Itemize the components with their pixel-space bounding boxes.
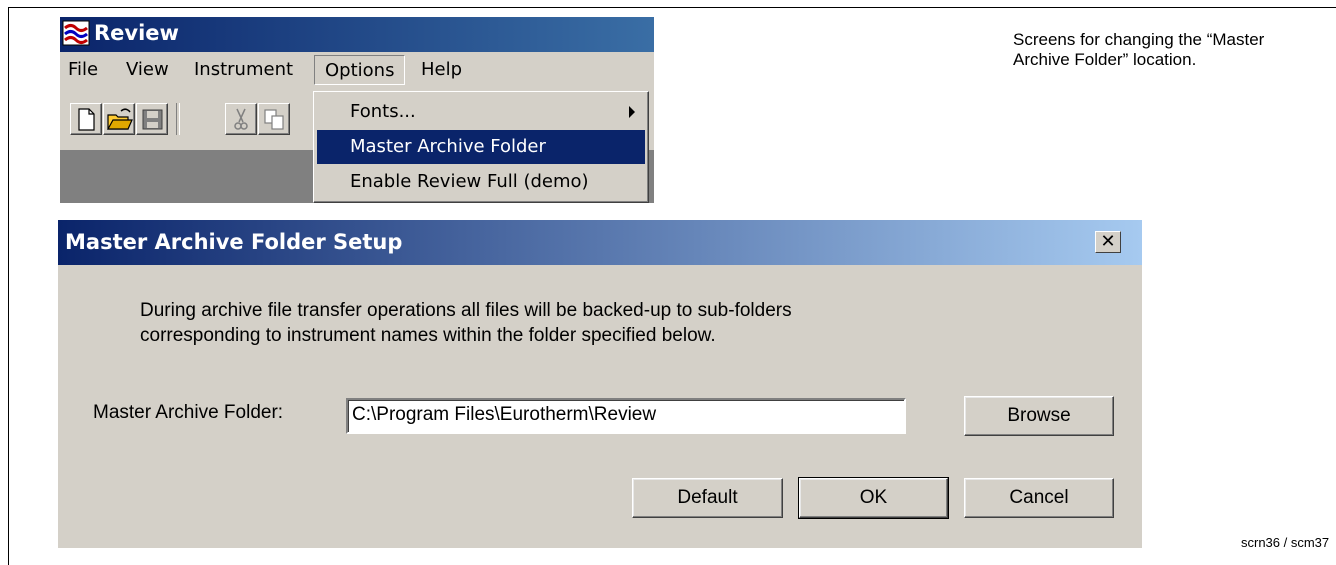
- copy-icon: [264, 109, 284, 130]
- new-icon: [78, 108, 95, 131]
- close-icon: ✕: [1100, 231, 1116, 252]
- copy-button[interactable]: [258, 103, 290, 135]
- frame-border-left: [8, 7, 9, 565]
- close-button[interactable]: ✕: [1095, 231, 1121, 253]
- cut-button[interactable]: [225, 103, 257, 135]
- menu-item-master-archive-folder[interactable]: Master Archive Folder: [317, 130, 645, 164]
- dialog-title: Master Archive Folder Setup: [65, 230, 403, 254]
- cut-icon: [234, 108, 248, 130]
- browse-button[interactable]: Browse: [964, 396, 1114, 436]
- menu-options[interactable]: Options: [314, 55, 406, 85]
- folder-label: Master Archive Folder:: [93, 402, 284, 423]
- figure-caption: Screens for changing the “Master Archive…: [1013, 30, 1333, 70]
- ok-button[interactable]: OK: [798, 477, 949, 519]
- app-title: Review: [94, 21, 179, 45]
- frame-border-top: [8, 7, 1336, 8]
- menu-item-fonts[interactable]: Fonts...: [317, 95, 645, 129]
- submenu-arrow-icon: [629, 106, 635, 118]
- options-dropdown-menu: Fonts... Master Archive Folder Enable Re…: [313, 91, 649, 203]
- menu-file[interactable]: File: [68, 59, 98, 80]
- review-app-icon: [62, 20, 90, 46]
- cancel-button[interactable]: Cancel: [964, 478, 1114, 518]
- menu-bar: File View Instrument Options Help: [60, 55, 654, 85]
- menu-instrument[interactable]: Instrument: [194, 59, 293, 80]
- dialog-description: During archive file transfer operations …: [140, 298, 792, 348]
- folder-path-input[interactable]: C:\Program Files\Eurotherm\Review: [346, 398, 906, 434]
- dialog-title-bar: Master Archive Folder Setup ✕: [58, 220, 1142, 265]
- caption-line-1: Screens for changing the “Master: [1013, 30, 1265, 49]
- app-title-bar: Review: [60, 17, 654, 52]
- save-icon: [142, 109, 163, 130]
- menu-item-enable-review-full[interactable]: Enable Review Full (demo): [317, 165, 645, 199]
- description-line-2: corresponding to instrument names within…: [140, 325, 716, 346]
- open-icon: [106, 108, 133, 130]
- save-file-button[interactable]: [136, 103, 168, 135]
- master-archive-folder-dialog: Master Archive Folder Setup ✕ During arc…: [58, 220, 1142, 548]
- open-file-button[interactable]: [103, 103, 135, 135]
- new-file-button[interactable]: [70, 103, 102, 135]
- screen-reference: scrn36 / scm37: [1241, 535, 1330, 550]
- menu-view[interactable]: View: [126, 59, 169, 80]
- default-button[interactable]: Default: [632, 478, 783, 518]
- menu-help[interactable]: Help: [421, 59, 462, 80]
- toolbar-separator: [176, 103, 180, 135]
- description-line-1: During archive file transfer operations …: [140, 300, 792, 321]
- caption-line-2: Archive Folder” location.: [1013, 50, 1197, 69]
